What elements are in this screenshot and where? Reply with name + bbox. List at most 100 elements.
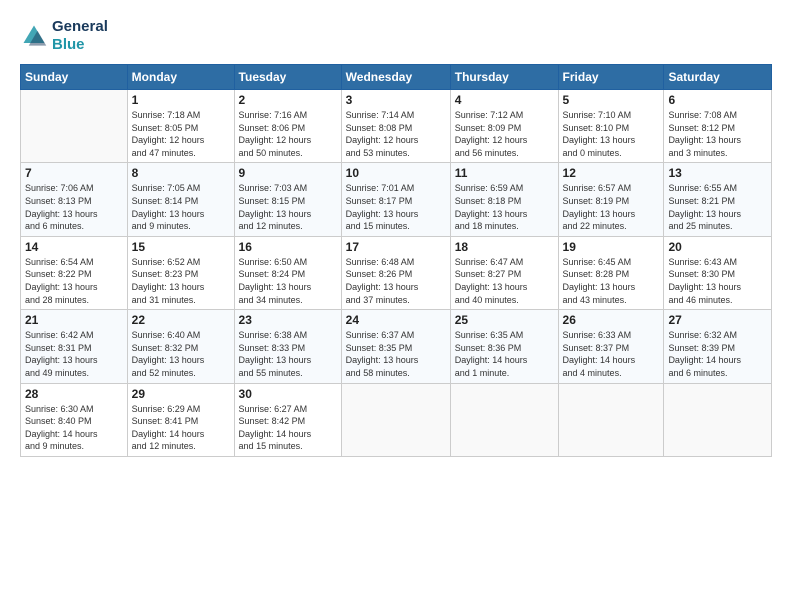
day-number: 25: [455, 313, 554, 327]
calendar-week-4: 21 Sunrise: 6:42 AM Sunset: 8:31 PM Dayli…: [21, 310, 772, 383]
calendar-cell: 27Sunrise: 6:32 AM Sunset: 8:39 PM Dayli…: [664, 310, 772, 383]
header: General Blue: [20, 18, 772, 54]
calendar-cell: 3 Sunrise: 7:14 AM Sunset: 8:08 PM Daylig…: [341, 90, 450, 163]
cell-info: Sunrise: 6:57 AM Sunset: 8:19 PM Dayligh…: [563, 182, 660, 232]
day-number: 11: [455, 166, 554, 180]
cell-info: Sunrise: 6:54 AM Sunset: 8:22 PM Dayligh…: [25, 256, 123, 306]
day-number: 14: [25, 240, 123, 254]
calendar-cell: 24 Sunrise: 6:37 AM Sunset: 8:35 PM Dayli…: [341, 310, 450, 383]
day-number: 22: [132, 313, 230, 327]
calendar-cell: [664, 383, 772, 456]
calendar-cell: [21, 90, 128, 163]
day-number: 19: [563, 240, 660, 254]
day-number: 26: [563, 313, 660, 327]
calendar-cell: 23Sunrise: 6:38 AM Sunset: 8:33 PM Dayli…: [234, 310, 341, 383]
cell-info: Sunrise: 6:45 AM Sunset: 8:28 PM Dayligh…: [563, 256, 660, 306]
calendar-cell: [450, 383, 558, 456]
day-number: 29: [132, 387, 230, 401]
calendar-cell: 11 Sunrise: 6:59 AM Sunset: 8:18 PM Dayli…: [450, 163, 558, 236]
day-number: 20: [668, 240, 767, 254]
calendar-cell: 2 Sunrise: 7:16 AM Sunset: 8:06 PM Daylig…: [234, 90, 341, 163]
cell-info: Sunrise: 7:05 AM Sunset: 8:14 PM Dayligh…: [132, 182, 230, 232]
day-number: 17: [346, 240, 446, 254]
calendar-cell: 26Sunrise: 6:33 AM Sunset: 8:37 PM Dayli…: [558, 310, 664, 383]
calendar-cell: 15 Sunrise: 6:52 AM Sunset: 8:23 PM Dayli…: [127, 236, 234, 309]
day-number: 10: [346, 166, 446, 180]
day-number: 9: [239, 166, 337, 180]
day-number: 7: [25, 166, 123, 180]
day-number: 24: [346, 313, 446, 327]
cell-info: Sunrise: 6:35 AM Sunset: 8:36 PM Dayligh…: [455, 329, 554, 379]
weekday-header-tuesday: Tuesday: [234, 65, 341, 90]
day-number: 8: [132, 166, 230, 180]
calendar-cell: 8 Sunrise: 7:05 AM Sunset: 8:14 PM Daylig…: [127, 163, 234, 236]
cell-info: Sunrise: 7:12 AM Sunset: 8:09 PM Dayligh…: [455, 109, 554, 159]
day-number: 4: [455, 93, 554, 107]
weekday-header-sunday: Sunday: [21, 65, 128, 90]
calendar-cell: 21 Sunrise: 6:42 AM Sunset: 8:31 PM Dayli…: [21, 310, 128, 383]
cell-info: Sunrise: 6:37 AM Sunset: 8:35 PM Dayligh…: [346, 329, 446, 379]
calendar-cell: 12 Sunrise: 6:57 AM Sunset: 8:19 PM Dayli…: [558, 163, 664, 236]
weekday-header-row: SundayMondayTuesdayWednesdayThursdayFrid…: [21, 65, 772, 90]
cell-info: Sunrise: 7:08 AM Sunset: 8:12 PM Dayligh…: [668, 109, 767, 159]
day-number: 30: [239, 387, 337, 401]
cell-info: Sunrise: 6:43 AM Sunset: 8:30 PM Dayligh…: [668, 256, 767, 306]
logo-text: General Blue: [52, 18, 108, 54]
calendar-week-1: 1Sunrise: 7:18 AM Sunset: 8:05 PM Daylig…: [21, 90, 772, 163]
day-number: 6: [668, 93, 767, 107]
cell-info: Sunrise: 7:16 AM Sunset: 8:06 PM Dayligh…: [239, 109, 337, 159]
calendar-cell: 1Sunrise: 7:18 AM Sunset: 8:05 PM Daylig…: [127, 90, 234, 163]
calendar-cell: 19 Sunrise: 6:45 AM Sunset: 8:28 PM Dayli…: [558, 236, 664, 309]
cell-info: Sunrise: 6:42 AM Sunset: 8:31 PM Dayligh…: [25, 329, 123, 379]
day-number: 21: [25, 313, 123, 327]
cell-info: Sunrise: 6:38 AM Sunset: 8:33 PM Dayligh…: [239, 329, 337, 379]
day-number: 12: [563, 166, 660, 180]
calendar-cell: 28 Sunrise: 6:30 AM Sunset: 8:40 PM Dayli…: [21, 383, 128, 456]
cell-info: Sunrise: 6:32 AM Sunset: 8:39 PM Dayligh…: [668, 329, 767, 379]
calendar-cell: 13Sunrise: 6:55 AM Sunset: 8:21 PM Dayli…: [664, 163, 772, 236]
cell-info: Sunrise: 6:30 AM Sunset: 8:40 PM Dayligh…: [25, 403, 123, 453]
cell-info: Sunrise: 6:27 AM Sunset: 8:42 PM Dayligh…: [239, 403, 337, 453]
calendar-week-2: 7Sunrise: 7:06 AM Sunset: 8:13 PM Daylig…: [21, 163, 772, 236]
calendar-cell: 20 Sunrise: 6:43 AM Sunset: 8:30 PM Dayli…: [664, 236, 772, 309]
day-number: 15: [132, 240, 230, 254]
cell-info: Sunrise: 6:29 AM Sunset: 8:41 PM Dayligh…: [132, 403, 230, 453]
cell-info: Sunrise: 7:10 AM Sunset: 8:10 PM Dayligh…: [563, 109, 660, 159]
weekday-header-wednesday: Wednesday: [341, 65, 450, 90]
cell-info: Sunrise: 7:03 AM Sunset: 8:15 PM Dayligh…: [239, 182, 337, 232]
cell-info: Sunrise: 6:52 AM Sunset: 8:23 PM Dayligh…: [132, 256, 230, 306]
day-number: 2: [239, 93, 337, 107]
calendar-cell: 16Sunrise: 6:50 AM Sunset: 8:24 PM Dayli…: [234, 236, 341, 309]
calendar-cell: 18Sunrise: 6:47 AM Sunset: 8:27 PM Dayli…: [450, 236, 558, 309]
page: General Blue SundayMondayTuesdayWednesda…: [0, 0, 792, 612]
weekday-header-thursday: Thursday: [450, 65, 558, 90]
cell-info: Sunrise: 7:01 AM Sunset: 8:17 PM Dayligh…: [346, 182, 446, 232]
cell-info: Sunrise: 6:59 AM Sunset: 8:18 PM Dayligh…: [455, 182, 554, 232]
calendar-cell: 14 Sunrise: 6:54 AM Sunset: 8:22 PM Dayli…: [21, 236, 128, 309]
calendar-cell: 7Sunrise: 7:06 AM Sunset: 8:13 PM Daylig…: [21, 163, 128, 236]
day-number: 3: [346, 93, 446, 107]
calendar-cell: 22 Sunrise: 6:40 AM Sunset: 8:32 PM Dayli…: [127, 310, 234, 383]
day-number: 16: [239, 240, 337, 254]
cell-info: Sunrise: 6:48 AM Sunset: 8:26 PM Dayligh…: [346, 256, 446, 306]
day-number: 1: [132, 93, 230, 107]
calendar-cell: 4 Sunrise: 7:12 AM Sunset: 8:09 PM Daylig…: [450, 90, 558, 163]
cell-info: Sunrise: 7:14 AM Sunset: 8:08 PM Dayligh…: [346, 109, 446, 159]
calendar: SundayMondayTuesdayWednesdayThursdayFrid…: [20, 64, 772, 457]
calendar-cell: 25 Sunrise: 6:35 AM Sunset: 8:36 PM Dayli…: [450, 310, 558, 383]
cell-info: Sunrise: 6:55 AM Sunset: 8:21 PM Dayligh…: [668, 182, 767, 232]
day-number: 5: [563, 93, 660, 107]
calendar-cell: 5 Sunrise: 7:10 AM Sunset: 8:10 PM Daylig…: [558, 90, 664, 163]
calendar-cell: 9 Sunrise: 7:03 AM Sunset: 8:15 PM Daylig…: [234, 163, 341, 236]
calendar-cell: 6 Sunrise: 7:08 AM Sunset: 8:12 PM Daylig…: [664, 90, 772, 163]
cell-info: Sunrise: 6:40 AM Sunset: 8:32 PM Dayligh…: [132, 329, 230, 379]
calendar-week-3: 14 Sunrise: 6:54 AM Sunset: 8:22 PM Dayli…: [21, 236, 772, 309]
calendar-cell: 10 Sunrise: 7:01 AM Sunset: 8:17 PM Dayli…: [341, 163, 450, 236]
weekday-header-saturday: Saturday: [664, 65, 772, 90]
logo-icon: [20, 22, 48, 50]
calendar-week-5: 28 Sunrise: 6:30 AM Sunset: 8:40 PM Dayli…: [21, 383, 772, 456]
weekday-header-friday: Friday: [558, 65, 664, 90]
cell-info: Sunrise: 6:47 AM Sunset: 8:27 PM Dayligh…: [455, 256, 554, 306]
day-number: 28: [25, 387, 123, 401]
calendar-cell: 30 Sunrise: 6:27 AM Sunset: 8:42 PM Dayli…: [234, 383, 341, 456]
